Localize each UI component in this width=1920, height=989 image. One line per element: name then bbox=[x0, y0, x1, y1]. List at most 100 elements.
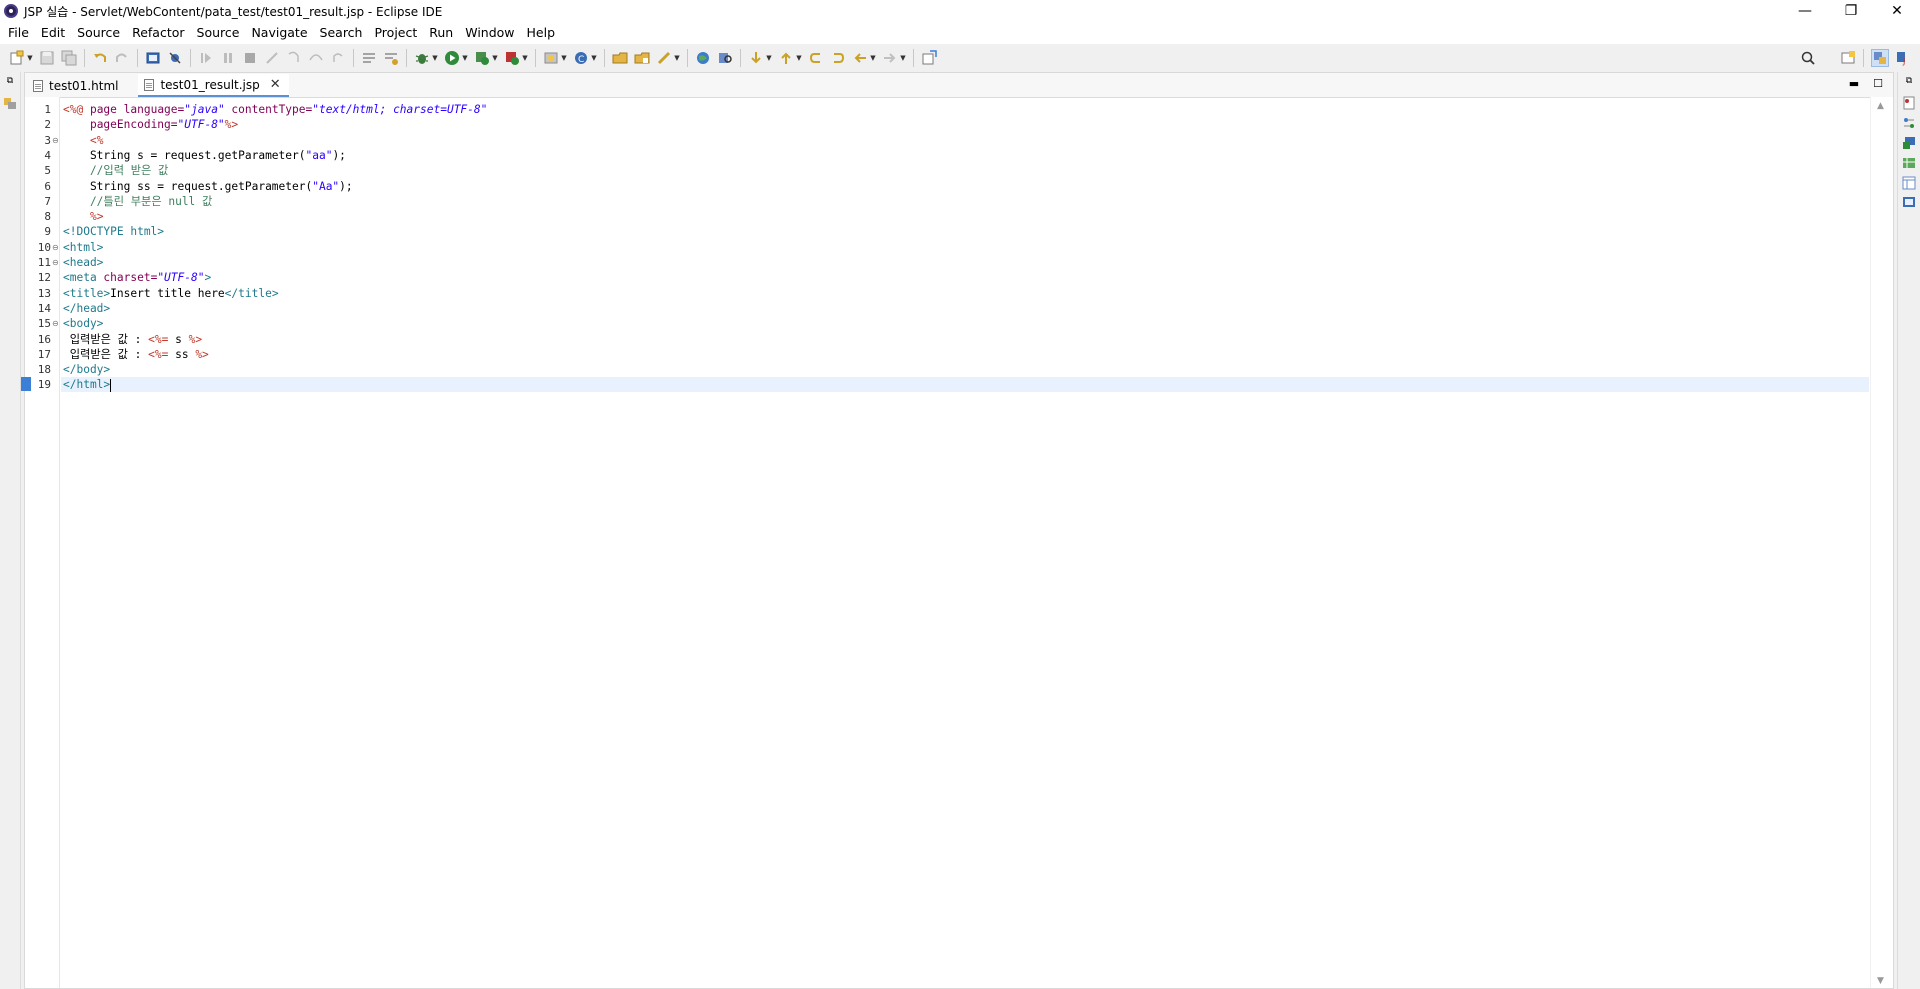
restore-icon[interactable]: ⧉ bbox=[1902, 76, 1916, 90]
new-java-class-dropdown-icon[interactable]: ▼ bbox=[590, 50, 598, 66]
code-line[interactable]: //틀린 부분은 null 값 bbox=[63, 194, 212, 209]
forward-dropdown-icon[interactable]: ▼ bbox=[899, 50, 907, 66]
new-dropdown-icon[interactable]: ▼ bbox=[26, 50, 34, 66]
servers-icon[interactable] bbox=[1902, 136, 1916, 150]
run-server-icon[interactable] bbox=[474, 50, 490, 66]
search-icon[interactable] bbox=[1800, 50, 1816, 66]
java-ee-perspective-icon[interactable] bbox=[1871, 49, 1889, 67]
fold-toggle-icon[interactable]: ⊖ bbox=[52, 240, 59, 255]
project-explorer-icon[interactable] bbox=[3, 96, 17, 110]
vertical-scrollbar[interactable]: ▲ ▼ bbox=[1870, 97, 1893, 988]
skip-breakpoints-icon[interactable] bbox=[167, 50, 183, 66]
close-button[interactable]: ✕ bbox=[1874, 0, 1920, 22]
minimize-button[interactable]: — bbox=[1782, 0, 1828, 22]
next-edit-icon[interactable] bbox=[830, 50, 846, 66]
scroll-up-icon[interactable]: ▲ bbox=[1877, 101, 1884, 111]
search-task-icon[interactable] bbox=[656, 50, 672, 66]
code-line[interactable]: pageEncoding="UTF-8"%> bbox=[63, 117, 238, 132]
code-line[interactable]: <body> bbox=[63, 316, 103, 331]
pin-editor-icon[interactable] bbox=[921, 50, 937, 66]
open-type-icon[interactable] bbox=[612, 50, 628, 66]
code-line[interactable]: </body> bbox=[63, 362, 110, 377]
menu-window[interactable]: Window bbox=[459, 22, 520, 44]
run-server-dropdown-icon[interactable]: ▼ bbox=[491, 50, 499, 66]
menu-edit[interactable]: Edit bbox=[35, 22, 71, 44]
back-icon[interactable] bbox=[852, 50, 868, 66]
menu-refactor[interactable]: Refactor bbox=[126, 22, 190, 44]
step-return-icon[interactable] bbox=[330, 50, 346, 66]
suspend-icon[interactable] bbox=[220, 50, 236, 66]
open-perspective-icon[interactable] bbox=[1840, 50, 1856, 66]
run-icon[interactable] bbox=[444, 50, 460, 66]
menu-project[interactable]: Project bbox=[368, 22, 423, 44]
resume-icon[interactable] bbox=[198, 50, 214, 66]
properties-icon[interactable] bbox=[1902, 176, 1916, 190]
code-line[interactable]: String s = request.getParameter("aa"); bbox=[63, 148, 346, 163]
save-icon[interactable] bbox=[39, 50, 55, 66]
next-annotation-icon[interactable] bbox=[748, 50, 764, 66]
code-line[interactable]: <title>Insert title here</title> bbox=[63, 286, 279, 301]
new-web-project-icon[interactable] bbox=[543, 50, 559, 66]
menu-search[interactable]: Search bbox=[314, 22, 369, 44]
code-line[interactable]: //입력 받은 값 bbox=[63, 163, 168, 178]
code-line[interactable]: </head> bbox=[63, 301, 110, 316]
search-icon[interactable] bbox=[717, 50, 733, 66]
use-step-filters-icon[interactable] bbox=[361, 50, 377, 66]
outline-icon[interactable] bbox=[1902, 96, 1916, 110]
minimize-icon[interactable]: ▬ bbox=[1849, 77, 1859, 90]
debug-icon[interactable] bbox=[414, 50, 430, 66]
console-icon[interactable] bbox=[145, 50, 161, 66]
restore-icon[interactable]: ⧉ bbox=[3, 76, 17, 90]
code-line[interactable]: <!DOCTYPE html> bbox=[63, 224, 164, 239]
code-line[interactable]: </html> bbox=[63, 377, 112, 392]
code-line[interactable]: String ss = request.getParameter("Aa"); bbox=[63, 179, 353, 194]
fold-toggle-icon[interactable]: ⊖ bbox=[52, 255, 59, 270]
new-web-project-dropdown-icon[interactable]: ▼ bbox=[560, 50, 568, 66]
close-icon[interactable]: ✕ bbox=[270, 77, 281, 92]
debug-dropdown-icon[interactable]: ▼ bbox=[431, 50, 439, 66]
java-perspective-icon[interactable]: J bbox=[1895, 50, 1911, 66]
code-editor[interactable]: 1 <%@ page language="java" contentType="t… bbox=[21, 97, 1893, 988]
last-edit-icon[interactable] bbox=[808, 50, 824, 66]
new-java-class-icon[interactable]: C bbox=[573, 50, 589, 66]
undo-icon[interactable] bbox=[92, 50, 108, 66]
external-tools-icon[interactable] bbox=[504, 50, 520, 66]
code-line[interactable]: <meta charset="UTF-8"> bbox=[63, 270, 211, 285]
maximize-icon[interactable]: ☐ bbox=[1873, 77, 1883, 90]
back-dropdown-icon[interactable]: ▼ bbox=[869, 50, 877, 66]
scroll-down-icon[interactable]: ▼ bbox=[1877, 976, 1884, 986]
search-task-dropdown-icon[interactable]: ▼ bbox=[673, 50, 681, 66]
menu-run[interactable]: Run bbox=[423, 22, 459, 44]
menu-source-2[interactable]: Source bbox=[191, 22, 246, 44]
code-line[interactable]: %> bbox=[63, 209, 103, 224]
fold-toggle-icon[interactable]: ⊖ bbox=[52, 316, 59, 331]
toggle-breakpoint-icon[interactable] bbox=[383, 50, 399, 66]
code-line[interactable]: <html> bbox=[63, 240, 103, 255]
disconnect-icon[interactable] bbox=[264, 50, 280, 66]
new-icon[interactable] bbox=[9, 50, 25, 66]
data-source-icon[interactable] bbox=[1902, 156, 1916, 170]
menu-source[interactable]: Source bbox=[71, 22, 126, 44]
step-over-icon[interactable] bbox=[308, 50, 324, 66]
task-list-icon[interactable] bbox=[1902, 116, 1916, 130]
external-tools-dropdown-icon[interactable]: ▼ bbox=[521, 50, 529, 66]
save-all-icon[interactable] bbox=[61, 50, 77, 66]
menu-navigate[interactable]: Navigate bbox=[245, 22, 313, 44]
code-line[interactable]: 입력받은 값 : <%= ss %> bbox=[63, 347, 209, 362]
restore-button[interactable]: ❐ bbox=[1828, 0, 1874, 22]
console-view-icon[interactable] bbox=[1902, 196, 1916, 210]
redo-icon[interactable] bbox=[114, 50, 130, 66]
terminate-icon[interactable] bbox=[242, 50, 258, 66]
run-dropdown-icon[interactable]: ▼ bbox=[461, 50, 469, 66]
menu-file[interactable]: File bbox=[0, 22, 35, 44]
tab-test01-html[interactable]: test01.html bbox=[27, 75, 126, 97]
code-line[interactable]: 입력받은 값 : <%= s %> bbox=[63, 332, 202, 347]
tab-test01-result-jsp[interactable]: test01_result.jsp ✕ bbox=[138, 74, 289, 97]
next-annotation-dropdown-icon[interactable]: ▼ bbox=[765, 50, 773, 66]
code-line[interactable]: <% bbox=[63, 133, 103, 148]
open-resource-icon[interactable] bbox=[634, 50, 650, 66]
code-line[interactable]: <%@ page language="java" contentType="te… bbox=[63, 102, 487, 117]
previous-annotation-dropdown-icon[interactable]: ▼ bbox=[795, 50, 803, 66]
web-browser-icon[interactable] bbox=[695, 50, 711, 66]
step-into-icon[interactable] bbox=[286, 50, 302, 66]
